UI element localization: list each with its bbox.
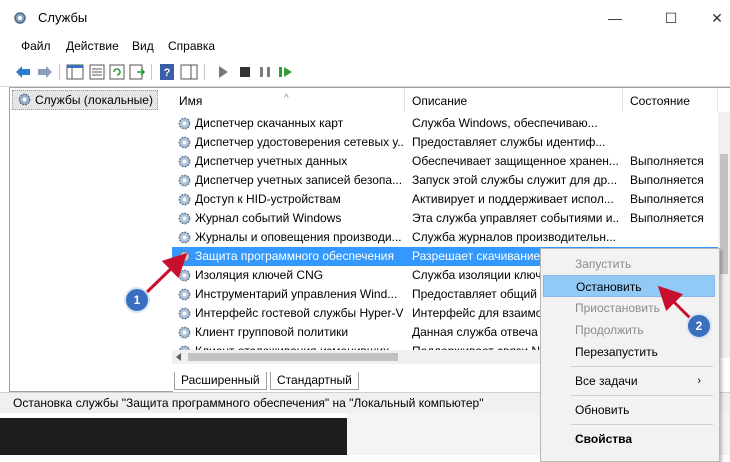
annotation-arrow-2 xyxy=(657,285,692,320)
annotation-badge-2: 2 xyxy=(686,313,712,339)
annotation-arrow-1 xyxy=(143,252,188,296)
annotation-arrows xyxy=(143,252,692,320)
annotation-badge-1: 1 xyxy=(124,287,150,313)
